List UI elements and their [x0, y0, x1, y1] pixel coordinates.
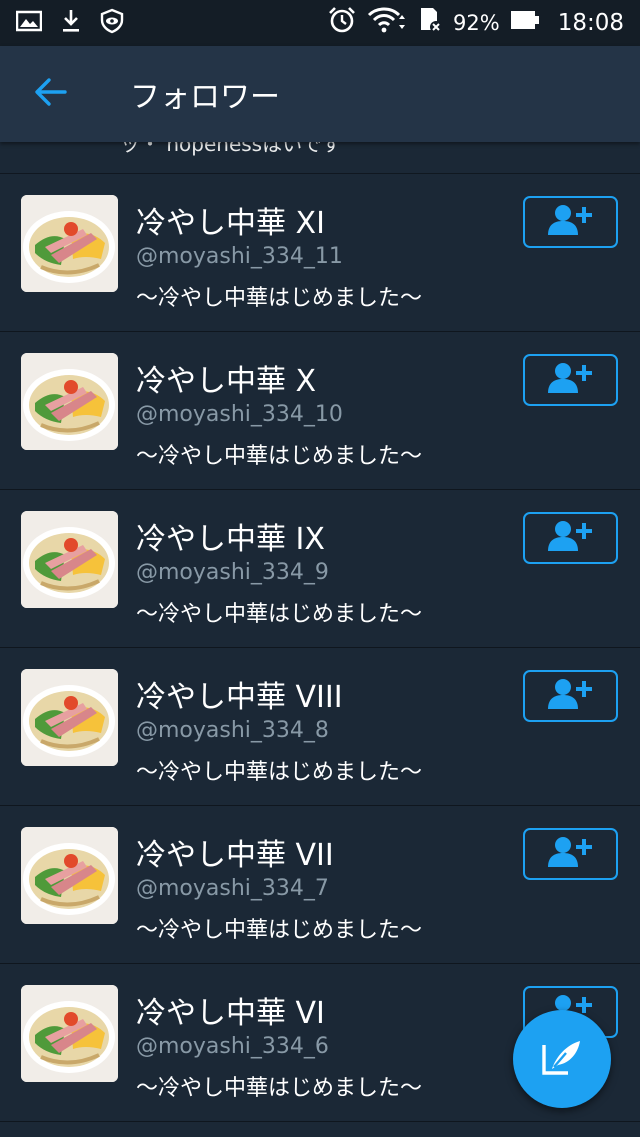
avatar[interactable]	[21, 827, 118, 924]
list-item[interactable]: 冷やし中華 X @moyashi_334_10 〜冷やし中華はじめました〜	[0, 332, 640, 490]
download-icon	[60, 8, 82, 38]
battery-percent: 92%	[453, 11, 500, 35]
follow-button[interactable]	[523, 512, 618, 564]
app-bar: フォロワー	[0, 46, 640, 142]
user-name[interactable]: 冷やし中華 IX	[136, 514, 325, 558]
avatar[interactable]	[21, 353, 118, 450]
clock: 18:08	[557, 10, 624, 36]
user-bio: 〜冷やし中華はじめました〜	[136, 602, 423, 627]
avatar[interactable]	[21, 985, 118, 1082]
shield-eye-icon	[100, 8, 124, 38]
gallery-icon	[15, 10, 43, 36]
user-handle: @moyashi_334_10	[136, 402, 343, 427]
follow-button[interactable]	[523, 828, 618, 880]
user-name[interactable]: 冷やし中華 VI	[136, 988, 325, 1032]
user-name[interactable]: 冷やし中華 XI	[136, 198, 325, 242]
wifi-icon	[367, 7, 407, 39]
list-item[interactable]: 冷やし中華 XI @moyashi_334_11 〜冷やし中華はじめました〜	[0, 174, 640, 332]
sd-card-icon	[417, 6, 443, 40]
user-bio: 〜冷やし中華はじめました〜	[136, 1076, 423, 1101]
list-item[interactable]: 冷やし中華 VII @moyashi_334_7 〜冷やし中華はじめました〜	[0, 806, 640, 964]
back-button[interactable]	[0, 46, 100, 142]
avatar[interactable]	[21, 195, 118, 292]
add-user-icon	[546, 361, 596, 399]
list-item[interactable]: 冷やし中華 IX @moyashi_334_9 〜冷やし中華はじめました〜	[0, 490, 640, 648]
follow-button[interactable]	[523, 670, 618, 722]
avatar[interactable]	[21, 669, 118, 766]
user-handle: @moyashi_334_11	[136, 244, 343, 269]
list-item-partial[interactable]: ッ・ hopenessはいです	[0, 142, 640, 174]
follow-button[interactable]	[523, 196, 618, 248]
alarm-icon	[327, 6, 357, 40]
follow-button[interactable]	[523, 354, 618, 406]
user-bio: 〜冷やし中華はじめました〜	[136, 760, 423, 785]
user-name[interactable]: 冷やし中華 X	[136, 356, 316, 400]
add-user-icon	[546, 677, 596, 715]
avatar[interactable]	[21, 511, 118, 608]
follower-list[interactable]: ッ・ hopenessはいです 冷やし中華 XI @moyashi_334_11…	[0, 142, 640, 1137]
user-name[interactable]: 冷やし中華 VIII	[136, 672, 343, 716]
page-title: フォロワー	[130, 80, 280, 115]
compose-tweet-icon	[540, 1037, 584, 1081]
compose-tweet-button[interactable]	[513, 1010, 611, 1108]
status-right-icons: 92% 18:08	[327, 6, 624, 40]
add-user-icon	[546, 519, 596, 557]
user-handle: @moyashi_334_6	[136, 1034, 329, 1059]
user-handle: @moyashi_334_8	[136, 718, 329, 743]
battery-icon	[510, 9, 540, 37]
user-bio: 〜冷やし中華はじめました〜	[136, 918, 423, 943]
user-bio: 〜冷やし中華はじめました〜	[136, 286, 423, 311]
partial-bio: ッ・ hopenessはいです	[120, 142, 342, 156]
add-user-icon	[546, 203, 596, 241]
user-name[interactable]: 冷やし中華 VII	[136, 830, 334, 874]
add-user-icon	[546, 835, 596, 873]
status-bar: 92% 18:08	[0, 0, 640, 46]
status-left-icons	[15, 8, 124, 38]
user-handle: @moyashi_334_9	[136, 560, 329, 585]
user-bio: 〜冷やし中華はじめました〜	[136, 444, 423, 469]
arrow-left-icon	[33, 77, 67, 111]
user-handle: @moyashi_334_7	[136, 876, 329, 901]
list-item[interactable]: 冷やし中華 VIII @moyashi_334_8 〜冷やし中華はじめました〜	[0, 648, 640, 806]
